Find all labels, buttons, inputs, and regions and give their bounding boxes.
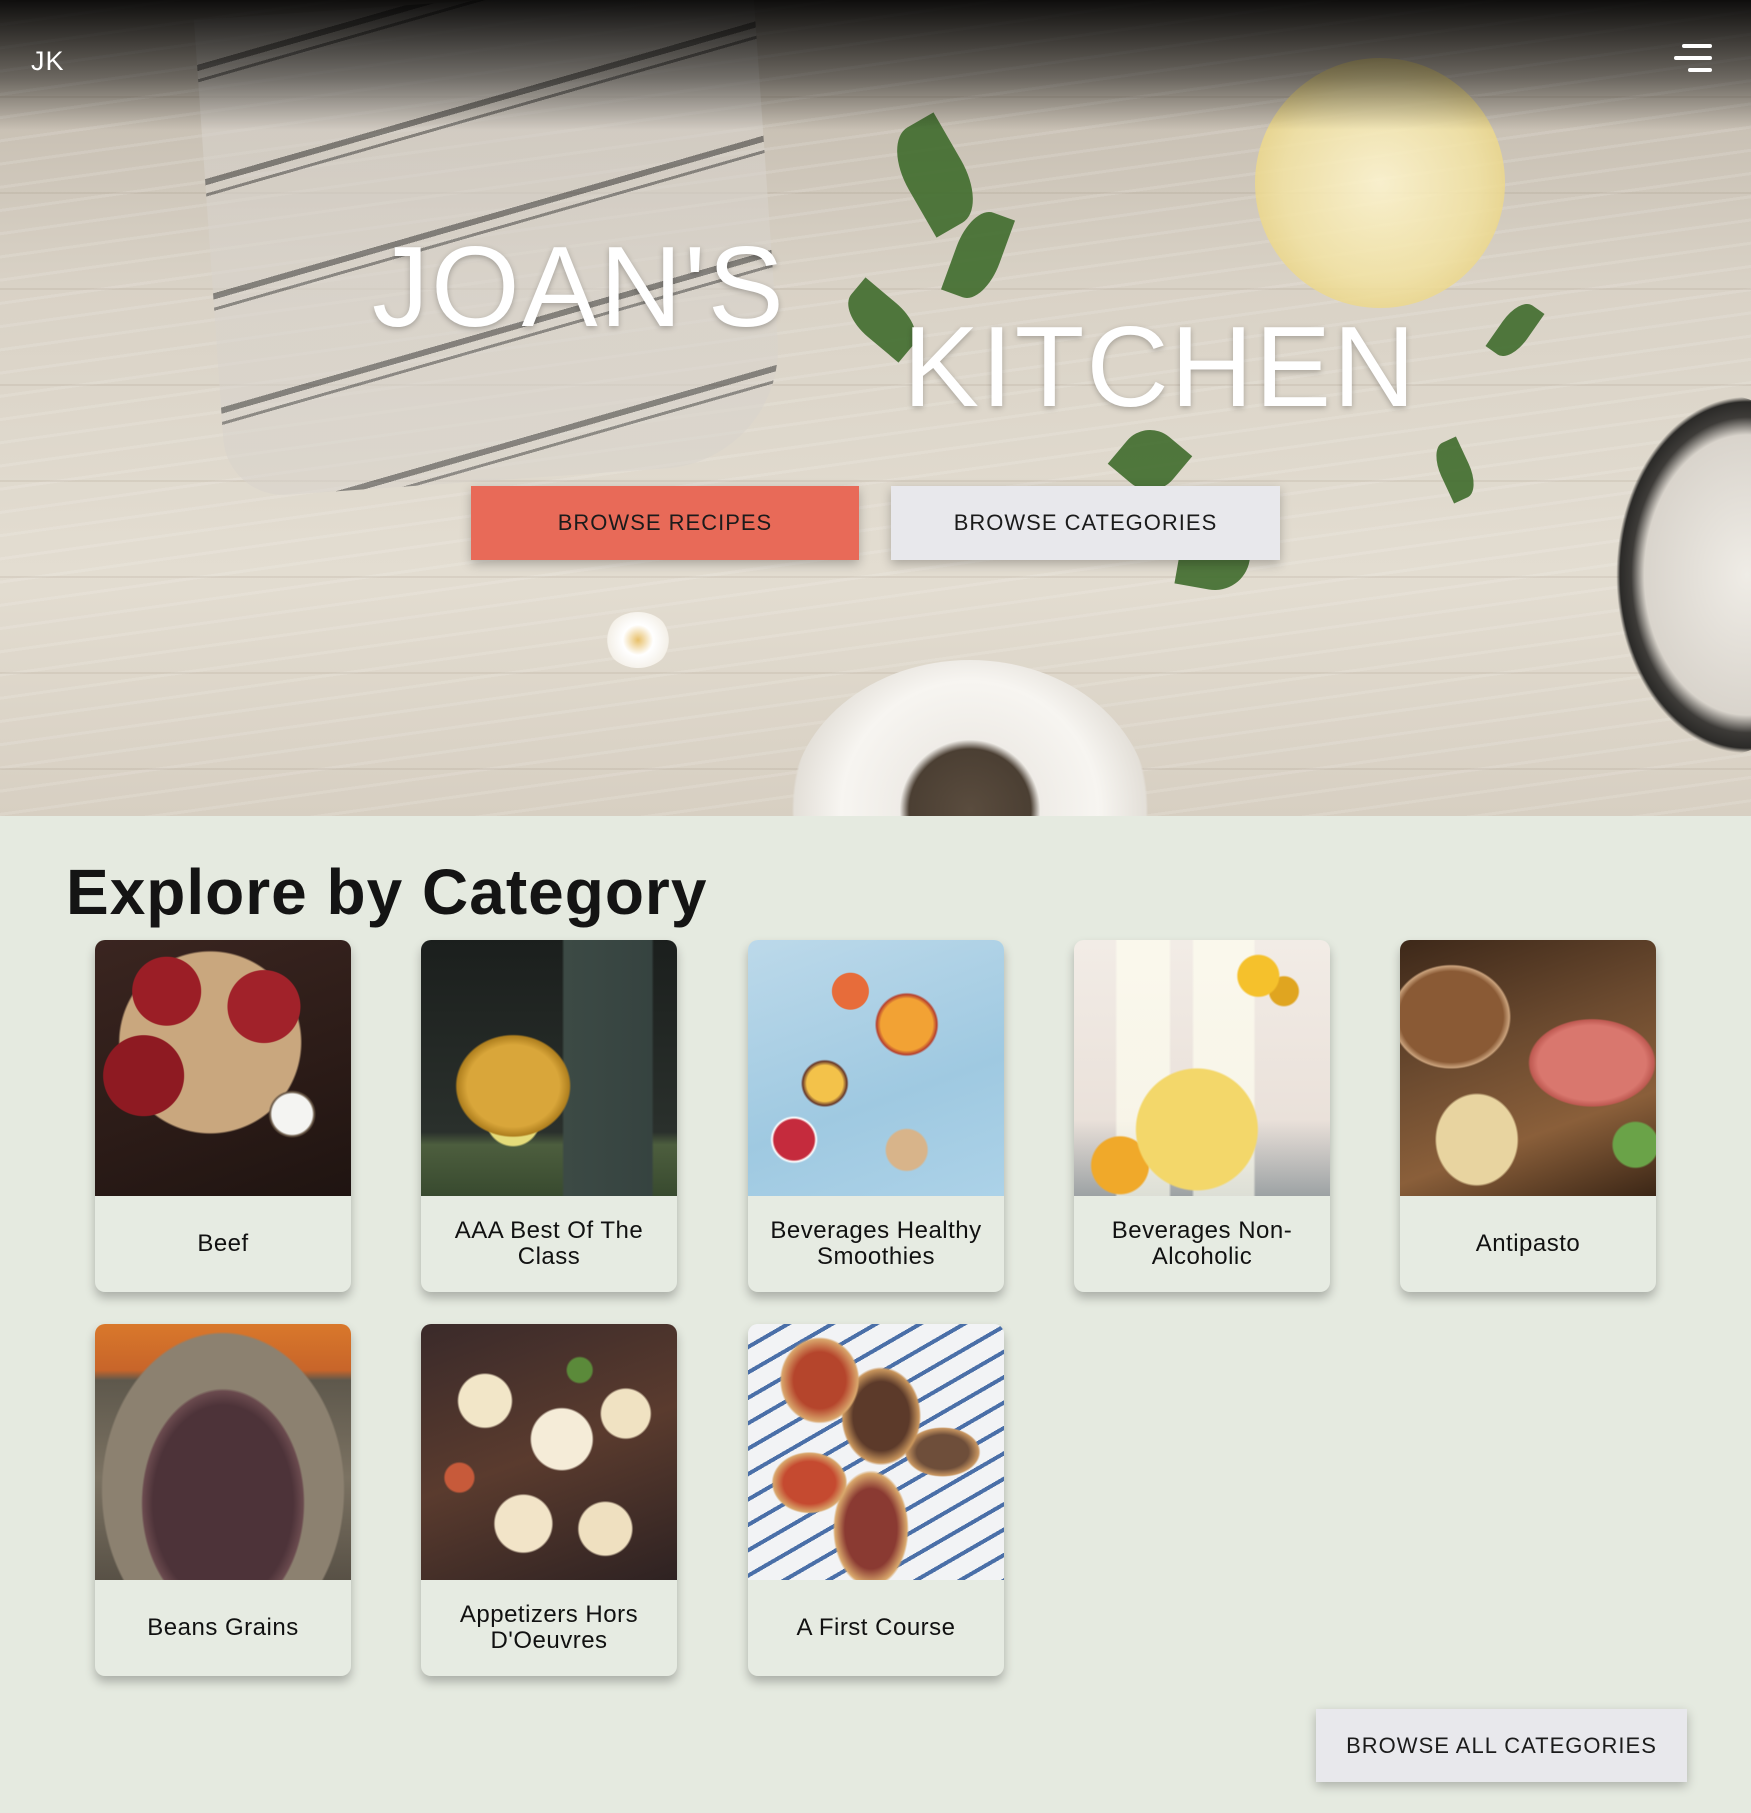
smoothie-photo: [748, 940, 1004, 1196]
honey-jar-photo: [421, 940, 677, 1196]
category-label: Antipasto: [1475, 1230, 1581, 1257]
category-card-beverages-healthy-smoothies[interactable]: Beverages Healthy Smoothies: [748, 940, 1004, 1292]
browse-categories-button[interactable]: BROWSE CATEGORIES: [891, 486, 1280, 560]
category-card-beef[interactable]: Beef: [95, 940, 351, 1292]
category-label: Beans Grains: [147, 1614, 299, 1641]
beef-photo: [95, 940, 351, 1196]
salt-jar-decoration: [1615, 395, 1751, 755]
spice-bowl-decoration: [790, 660, 1150, 816]
category-card-aaa-best-of-the-class[interactable]: AAA Best Of The Class: [421, 940, 677, 1292]
category-card-beverages-non-alcoholic[interactable]: Beverages Non-Alcoholic: [1074, 940, 1330, 1292]
browse-all-categories-button[interactable]: BROWSE ALL CATEGORIES: [1316, 1709, 1687, 1782]
antipasto-photo: [1400, 940, 1656, 1196]
section-title: Explore by Category: [66, 856, 708, 928]
category-label: Beverages Non-Alcoholic: [1111, 1217, 1293, 1270]
category-card-a-first-course[interactable]: A First Course: [748, 1324, 1004, 1676]
menu-icon[interactable]: [1672, 40, 1712, 76]
category-label: Beef: [197, 1230, 249, 1257]
hero-title-line-1: JOAN'S: [372, 224, 786, 351]
browse-recipes-button[interactable]: BROWSE RECIPES: [471, 486, 859, 560]
category-label: A First Course: [796, 1614, 956, 1641]
category-label: Appetizers Hors D'Oeuvres: [459, 1601, 639, 1654]
bruschetta-photo: [748, 1324, 1004, 1580]
appetizers-photo: [421, 1324, 677, 1580]
hero-top-shade: [0, 0, 1751, 130]
category-card-antipasto[interactable]: Antipasto: [1400, 940, 1656, 1292]
category-label: Beverages Healthy Smoothies: [770, 1217, 982, 1270]
site-logo[interactable]: JK: [31, 46, 65, 77]
category-card-beans-grains[interactable]: Beans Grains: [95, 1324, 351, 1676]
lemonade-photo: [1074, 940, 1330, 1196]
category-label: AAA Best Of The Class: [454, 1217, 644, 1270]
flower-decoration: [605, 612, 671, 668]
hero-banner: JK JOAN'S KITCHEN BROWSE RECIPES BROWSE …: [0, 0, 1751, 816]
category-card-appetizers-hors-doeuvres[interactable]: Appetizers Hors D'Oeuvres: [421, 1324, 677, 1676]
hero-title-line-2: KITCHEN: [903, 304, 1418, 431]
herb-leaf-decoration: [1428, 436, 1482, 504]
herb-leaf-decoration: [1485, 296, 1545, 364]
beans-photo: [95, 1324, 351, 1580]
